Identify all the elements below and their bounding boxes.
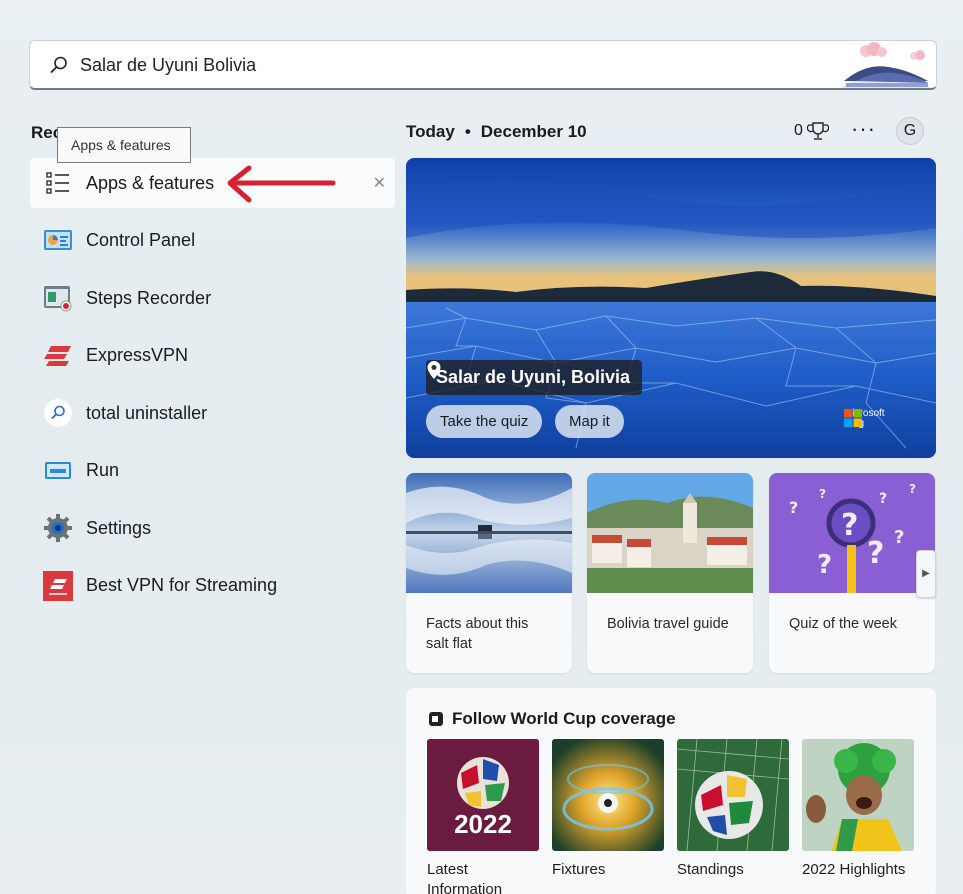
worldcup-item-label: Latest Information (427, 861, 503, 894)
search-box[interactable] (29, 40, 937, 90)
app-item-best-vpn-streaming[interactable]: Best VPN for Streaming (30, 561, 395, 611)
app-item-steps-recorder[interactable]: Steps Recorder (30, 273, 395, 323)
worldcup-item-label: Standings (677, 861, 744, 878)
app-label: Settings (86, 517, 152, 538)
rewards-points[interactable]: 0 (794, 121, 829, 141)
app-label: Steps Recorder (86, 287, 212, 308)
separator-dot: • (464, 122, 471, 141)
svg-text:?: ? (817, 550, 832, 580)
worldcup-item-label: Fixtures (552, 861, 606, 878)
avatar[interactable]: G (896, 117, 924, 145)
today-heading: Today • December 10 (406, 122, 587, 142)
microsoft-logo-icon (844, 409, 862, 427)
app-item-apps-features[interactable]: Apps & features ✕ (30, 158, 395, 208)
card-bolivia-travel[interactable]: Bolivia travel guide (587, 473, 753, 673)
worldcup-title-text: Follow World Cup coverage (452, 709, 676, 728)
flag-ball-net-image (677, 739, 789, 851)
app-label: Control Panel (86, 230, 196, 250)
worldcup-item-highlights[interactable]: 2022 Highlights (802, 739, 914, 880)
salt-flat-reflection-image (406, 473, 572, 593)
svg-text:?: ? (867, 536, 884, 571)
quiz-question-marks-image: ? ? ? ? ? ? ? ? (769, 473, 935, 593)
recent-app-list: Apps & features ✕ Control Panel Steps Re… (30, 158, 395, 618)
card-caption: Quiz of the week (789, 616, 897, 632)
app-label: Best VPN for Streaming (86, 575, 278, 595)
app-item-expressvpn[interactable]: ExpressVPN (30, 331, 395, 381)
expressvpn-web-icon (43, 570, 73, 601)
card-caption: Bolivia travel guide (607, 616, 729, 632)
worldcup-item-standings[interactable]: Standings (677, 739, 789, 880)
card-caption: Facts about this salt flat (426, 616, 529, 652)
date-label: December 10 (480, 122, 587, 141)
worldcup-section: Follow World Cup coverage 2022 Latest In… (406, 688, 936, 894)
worldcup-item-label: 2022 Highlights (802, 861, 906, 878)
app-item-run[interactable]: Run (30, 446, 395, 496)
app-label: ExpressVPN (86, 345, 189, 365)
expressvpn-icon (43, 341, 73, 371)
worldcup-item-fixtures[interactable]: Fixtures (552, 739, 664, 880)
map-it-button[interactable]: Map it (555, 405, 624, 438)
trophy-icon (806, 122, 829, 140)
close-icon[interactable]: ✕ (373, 173, 386, 193)
card-salt-flat-facts[interactable]: Facts about this salt flat (406, 473, 572, 673)
cheering-fan-image (802, 739, 914, 851)
search-highlight-illustration (840, 42, 932, 88)
app-label: Run (86, 460, 120, 480)
news-icon (429, 712, 443, 726)
app-label: Apps & features (86, 172, 215, 193)
control-panel-icon (43, 226, 73, 256)
worldcup-ball-2022-image: 2022 (427, 739, 539, 851)
svg-text:?: ? (841, 508, 858, 543)
settings-gear-icon (43, 513, 73, 543)
worldcup-title[interactable]: Follow World Cup coverage (428, 709, 676, 729)
run-icon (43, 456, 73, 486)
card-quiz-week[interactable]: ? ? ? ? ? ? ? ? Quiz of the week (769, 473, 935, 673)
worldcup-item-latest[interactable]: 2022 Latest Information (427, 739, 539, 894)
more-options-icon[interactable]: ··· (851, 116, 876, 142)
apps-features-icon (43, 168, 73, 198)
chevron-right-icon[interactable]: ▶ (916, 550, 936, 598)
points-value: 0 (794, 122, 803, 139)
apps-features-tooltip: Apps & features (57, 127, 191, 163)
red-arrow-annotation (227, 165, 336, 203)
location-pin-icon (427, 361, 441, 379)
microsoft-bing-logo: Microsoft Bing (844, 409, 885, 429)
stadium-ball-image (552, 739, 664, 851)
steps-recorder-icon (43, 283, 73, 313)
app-item-settings[interactable]: Settings (30, 503, 395, 553)
search-icon (50, 56, 67, 73)
svg-text:?: ? (819, 487, 826, 501)
take-quiz-button[interactable]: Take the quiz (426, 405, 543, 438)
bolivia-city-image (587, 473, 753, 593)
svg-text:?: ? (879, 491, 887, 507)
svg-text:?: ? (894, 527, 904, 548)
app-item-control-panel[interactable]: Control Panel (30, 216, 395, 266)
hero-card[interactable]: Salar de Uyuni, Bolivia Take the quiz Ma… (406, 158, 936, 458)
app-label: total uninstaller (86, 402, 208, 423)
year-text: 2022 (454, 809, 512, 839)
today-label: Today (406, 122, 455, 141)
search-result-icon (43, 398, 73, 428)
svg-text:?: ? (789, 498, 798, 517)
svg-text:?: ? (909, 482, 916, 496)
location-label: Salar de Uyuni, Bolivia (436, 367, 631, 387)
location-badge[interactable]: Salar de Uyuni, Bolivia (426, 360, 643, 395)
app-item-total-uninstaller[interactable]: total uninstaller (30, 388, 395, 438)
search-input[interactable] (80, 41, 840, 88)
